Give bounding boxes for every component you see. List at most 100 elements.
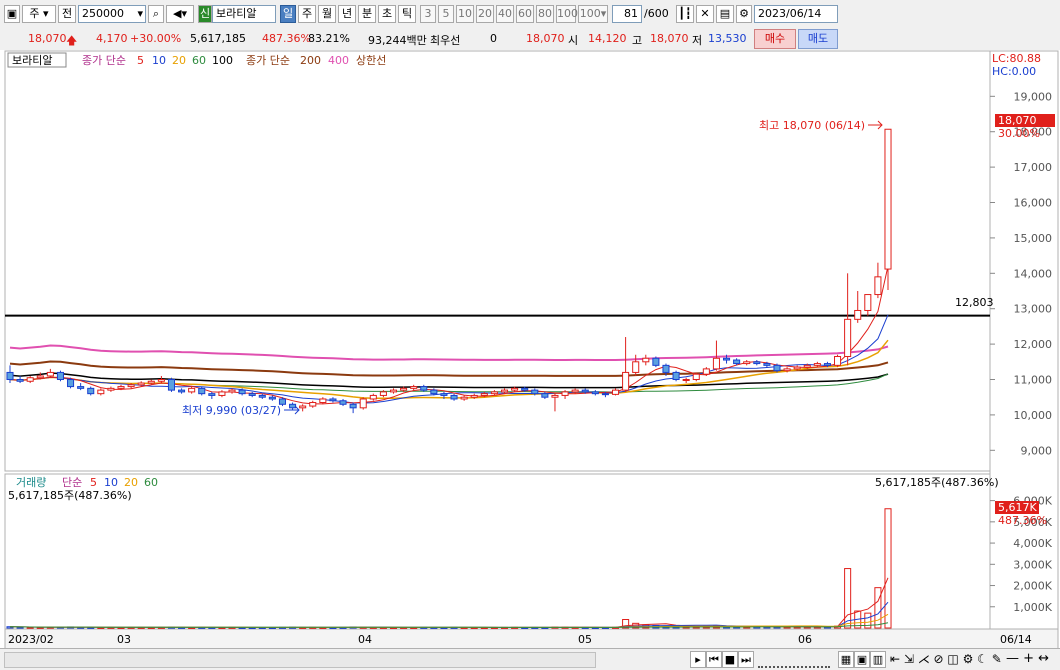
period-tick-button[interactable]: 틱 xyxy=(398,5,416,23)
bottom-bar: ▸ ⏮ ■ ⏭ ▦ ▣ ▥ ⇤ ⇲ ⋌ ⊘ ◫ ⚙ ☾ ✎ — + ↔ xyxy=(0,648,1060,670)
candle-body xyxy=(692,373,700,381)
chart-area[interactable]: 19,00018,00017,00016,00015,00014,00013,0… xyxy=(0,50,1060,650)
volume-legend-ma-10: 10 xyxy=(104,476,118,489)
x-label-apr: 04 xyxy=(358,633,372,646)
minute-select[interactable]: 100▾ xyxy=(578,5,608,23)
grid-icon[interactable]: ▦ xyxy=(838,651,854,668)
legend-ma-200: 200 xyxy=(300,54,321,67)
minute-3-button[interactable]: 3 xyxy=(420,5,436,23)
stock-code-input[interactable]: 250000 ▾ xyxy=(78,5,146,23)
minute-40-button[interactable]: 40 xyxy=(496,5,514,23)
buy-button[interactable]: 매수 xyxy=(754,29,796,49)
candle-body xyxy=(611,389,620,395)
candle-body xyxy=(400,387,408,391)
candle-body xyxy=(339,400,347,405)
candle-body xyxy=(854,309,862,320)
save-icon[interactable]: ▤ xyxy=(716,5,734,23)
candle-body xyxy=(26,377,34,382)
candle-body xyxy=(289,403,297,409)
panel-icon[interactable]: ▥ xyxy=(870,651,886,668)
candle-body xyxy=(379,391,387,396)
minute-60-button[interactable]: 60 xyxy=(516,5,534,23)
volume-current-pct: 487.36% xyxy=(998,514,1047,527)
chevron-down-icon[interactable]: ▾ xyxy=(137,6,143,22)
zoom-controls-icon[interactable]: — + ↔ xyxy=(1006,651,1049,666)
period-year-button[interactable]: 년 xyxy=(338,5,356,23)
minute-10-button[interactable]: 10 xyxy=(456,5,474,23)
candle-body xyxy=(440,393,448,396)
cross-line-icon[interactable]: ✕ xyxy=(696,5,714,23)
period-minute-button[interactable]: 분 xyxy=(358,5,376,23)
candle-body xyxy=(77,386,85,389)
price-panel xyxy=(4,50,991,472)
window-icon[interactable]: ▣ xyxy=(854,651,870,668)
candle-body xyxy=(299,405,307,409)
change-pct: +30.00% xyxy=(130,32,182,45)
volume-tick-label: 1,000K xyxy=(1013,601,1052,614)
candle-body xyxy=(844,318,852,357)
lc-label: LC:80.88 xyxy=(992,52,1041,65)
rewind-icon[interactable]: ⏮ xyxy=(706,651,722,668)
period-main-select[interactable]: 주 ▾ xyxy=(22,5,56,23)
candle-body xyxy=(652,357,660,366)
candle-type-icon[interactable]: ┃┇ xyxy=(676,5,694,23)
gear-icon[interactable]: ⚙ xyxy=(736,5,752,23)
y-tick-label: 12,000 xyxy=(1014,338,1053,351)
speaker-icon[interactable]: ◀▾ xyxy=(166,5,194,23)
volume-legend-ma-5: 5 xyxy=(90,476,97,489)
volume-current-tag-text: 5,617K xyxy=(998,501,1037,514)
period-month-button[interactable]: 월 xyxy=(318,5,336,23)
stock-code-value: 250000 xyxy=(82,7,124,20)
candle-body xyxy=(581,389,589,393)
hc-label: HC:0.00 xyxy=(992,65,1036,78)
window-menu-icon[interactable]: ▣ xyxy=(4,5,20,23)
prev-button[interactable]: 전 xyxy=(58,5,76,23)
legend-stock-name: 보라티알 xyxy=(12,53,52,67)
y-tick-label: 11,000 xyxy=(1014,374,1053,387)
y-tick-label: 13,000 xyxy=(1014,303,1053,316)
zoom-slider[interactable] xyxy=(758,652,830,668)
legend-ma-5: 5 xyxy=(137,54,144,67)
candle-body xyxy=(460,396,468,400)
volume-bar xyxy=(874,587,882,629)
candle-body xyxy=(470,394,478,398)
search-icon[interactable]: ⌕ xyxy=(148,5,164,23)
minute-20-button[interactable]: 20 xyxy=(476,5,494,23)
sell-button[interactable]: 매도 xyxy=(798,29,838,49)
open-label: 시 xyxy=(568,34,579,47)
candle-body xyxy=(127,384,135,388)
stop-icon[interactable]: ■ xyxy=(722,651,738,668)
candle-body xyxy=(541,393,549,398)
legend-limit-label: 상한선 xyxy=(356,54,386,67)
period-day-button[interactable]: 일 xyxy=(280,5,296,23)
candle-body xyxy=(67,379,75,388)
current-pct-tag-text: 30.00% xyxy=(998,127,1040,140)
candle-body xyxy=(591,391,599,395)
high-annotation: 최고 18,070 (06/14) xyxy=(759,119,865,132)
minute-5-button[interactable]: 5 xyxy=(438,5,454,23)
period-main-label: 주 xyxy=(29,7,40,20)
stock-name-field[interactable]: 보라티알 xyxy=(212,5,276,23)
legend-ma-400: 400 xyxy=(328,54,349,67)
minute-80-button[interactable]: 80 xyxy=(536,5,554,23)
change-value: 4,170 xyxy=(96,32,128,45)
candle-body xyxy=(823,363,831,366)
period-week-button[interactable]: 주 xyxy=(298,5,316,23)
volume-tick-label: 3,000K xyxy=(1013,558,1052,571)
legend-ma-60: 60 xyxy=(192,54,206,67)
candle-body xyxy=(137,382,145,386)
fast-forward-icon[interactable]: ⏭ xyxy=(738,651,754,668)
period-second-button[interactable]: 초 xyxy=(378,5,396,23)
bar-count-input[interactable]: 81 xyxy=(612,5,642,23)
candle-body xyxy=(511,387,519,391)
candle-body xyxy=(228,389,236,393)
legend-ma-20: 20 xyxy=(172,54,186,67)
minute-100-button[interactable]: 100 xyxy=(556,5,578,23)
minute-select-value: 100 xyxy=(579,7,601,20)
candle-body xyxy=(672,371,680,381)
scroll-right-icon[interactable]: ▸ xyxy=(690,651,706,668)
drawing-tools-icon[interactable]: ⇤ ⇲ ⋌ ⊘ ◫ ⚙ ☾ ✎ xyxy=(890,652,1002,666)
date-input[interactable]: 2023/06/14 xyxy=(754,5,838,23)
candle-body xyxy=(258,394,266,398)
horizontal-scrollbar[interactable] xyxy=(4,652,596,668)
